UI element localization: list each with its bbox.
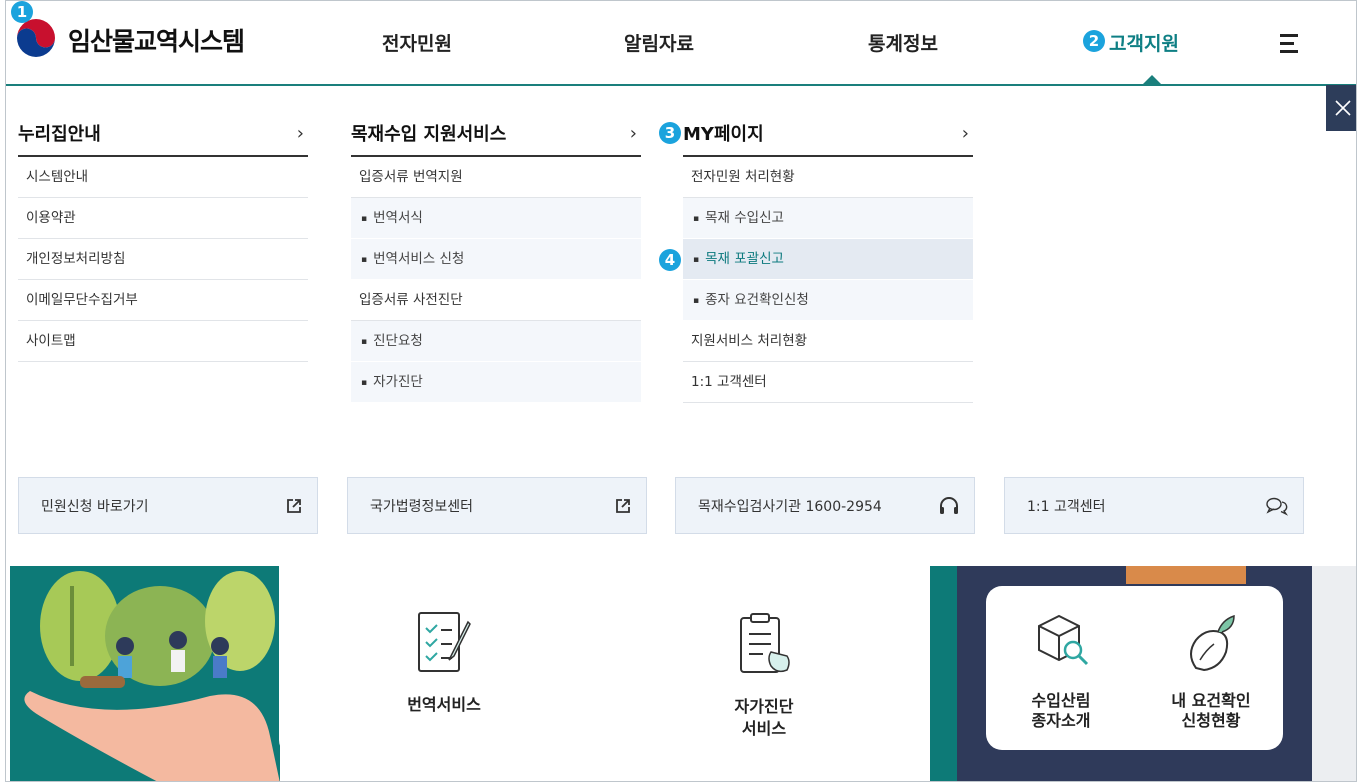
seed-service-card: 수입산림 종자소개 내 요건확인 신청현황 xyxy=(986,586,1283,750)
menu-item-system-info[interactable]: 시스템안내 xyxy=(18,157,308,198)
nav-e-civil[interactable]: 전자민원 xyxy=(382,29,452,56)
menu-sub-self-diagnosis[interactable]: 자가진단 xyxy=(351,362,641,403)
menu-sub-timber-blanket-report[interactable]: 목재 포괄신고 xyxy=(683,239,973,280)
menu-title-my-page[interactable]: MY페이지 › xyxy=(683,111,973,157)
external-link-icon xyxy=(287,498,301,513)
headset-icon xyxy=(940,496,958,514)
top-header: 임산물교역시스템 1 전자민원 알림자료 통계정보 2 고객지원 xyxy=(6,1,1356,86)
menu-item-translation-support[interactable]: 입증서류 번역지원 xyxy=(351,157,641,198)
menu-column-timber-support: 목재수입 지원서비스 › 입증서류 번역지원 번역서식 번역서비스 신청 입증서… xyxy=(351,111,641,403)
step-badge-2: 2 xyxy=(1083,30,1105,52)
close-icon xyxy=(1335,100,1351,116)
grey-background xyxy=(1312,566,1356,781)
seed-intro-label-2: 종자소개 xyxy=(1031,711,1091,730)
menu-sub-seed-requirement[interactable]: 종자 요건확인신청 xyxy=(683,280,973,321)
self-diagnosis-label-1: 자가진단 xyxy=(734,697,794,716)
chevron-right-icon: › xyxy=(296,122,304,144)
site-logo[interactable]: 임산물교역시스템 xyxy=(14,18,245,62)
app-frame: 임산물교역시스템 1 전자민원 알림자료 통계정보 2 고객지원 누리집안내 ›… xyxy=(5,0,1357,782)
site-title: 임산물교역시스템 xyxy=(68,27,245,56)
translation-service-label: 번역서비스 xyxy=(407,695,481,714)
step-badge-1: 1 xyxy=(11,1,33,23)
menu-item-e-civil-status[interactable]: 전자민원 처리현황 xyxy=(683,157,973,198)
menu-sub-translation-request[interactable]: 번역서비스 신청 xyxy=(351,239,641,280)
menu-item-customer-center[interactable]: 1:1 고객센터 xyxy=(683,362,973,403)
translation-service-button[interactable]: 번역서비스 xyxy=(379,606,509,736)
main-visual-section: 번역서비스 자가진단 서비스 수입산림 종자소개 내 요건확인 신청현황 xyxy=(6,566,1356,781)
document-checklist-icon xyxy=(418,612,471,672)
step-badge-4: 4 xyxy=(659,249,681,271)
active-nav-indicator xyxy=(1143,75,1161,84)
forest-hand-illustration xyxy=(24,571,280,781)
my-requirement-status-button[interactable]: 내 요건확인 신청현황 xyxy=(1146,606,1276,736)
menu-column-site-info: 누리집안내 › 시스템안내 이용약관 개인정보처리방침 이메일무단수집거부 사이… xyxy=(18,111,308,362)
chat-icon xyxy=(1266,497,1289,516)
menu-sub-diagnosis-request[interactable]: 진단요청 xyxy=(351,321,641,362)
hamburger-icon[interactable] xyxy=(1280,34,1298,58)
nav-customer-support[interactable]: 고객지원 xyxy=(1109,29,1179,56)
menu-title-site-info[interactable]: 누리집안내 › xyxy=(18,111,308,157)
self-diagnosis-label-2: 서비스 xyxy=(741,719,787,738)
nav-notices[interactable]: 알림자료 xyxy=(624,29,694,56)
menu-item-email-refusal[interactable]: 이메일무단수집거부 xyxy=(18,280,308,321)
imported-seed-intro-button[interactable]: 수입산림 종자소개 xyxy=(1001,606,1121,736)
teal-background-right xyxy=(930,566,960,781)
menu-item-privacy[interactable]: 개인정보처리방침 xyxy=(18,239,308,280)
chevron-right-icon: › xyxy=(629,122,637,144)
menu-sub-translation-form[interactable]: 번역서식 xyxy=(351,198,641,239)
quick-link-law-center[interactable]: 국가법령정보센터 xyxy=(347,477,647,534)
quick-link-customer-center[interactable]: 1:1 고객센터 xyxy=(1004,477,1304,534)
requirement-status-label-2: 신청현황 xyxy=(1181,711,1241,730)
clipboard-touch-icon xyxy=(740,613,790,673)
quick-link-inspection-agency[interactable]: 목재수입검사기관 1600-2954 xyxy=(675,477,975,534)
self-diagnosis-button[interactable]: 자가진단 서비스 xyxy=(699,606,829,746)
service-card: 번역서비스 자가진단 서비스 xyxy=(279,566,930,758)
menu-column-my-page: MY페이지 › 전자민원 처리현황 목재 수입신고 목재 포괄신고 종자 요건확… xyxy=(683,111,973,403)
orange-accent xyxy=(1126,566,1246,584)
quick-link-civil-apply[interactable]: 민원신청 바로가기 xyxy=(18,477,318,534)
seed-sprout-icon xyxy=(1190,614,1235,672)
chevron-right-icon: › xyxy=(961,122,969,144)
nav-statistics[interactable]: 통계정보 xyxy=(868,29,938,56)
seed-intro-label-1: 수입산림 xyxy=(1031,691,1091,710)
menu-item-pre-diagnosis[interactable]: 입증서류 사전진단 xyxy=(351,280,641,321)
box-search-icon xyxy=(1038,614,1089,666)
government-emblem-icon xyxy=(15,19,57,61)
teal-background xyxy=(10,566,280,781)
step-badge-3: 3 xyxy=(659,122,681,144)
close-menu-button[interactable] xyxy=(1326,85,1356,131)
external-link-icon xyxy=(616,498,630,513)
menu-title-timber-support[interactable]: 목재수입 지원서비스 › xyxy=(351,111,641,157)
menu-sub-timber-import-report[interactable]: 목재 수입신고 xyxy=(683,198,973,239)
requirement-status-label-1: 내 요건확인 xyxy=(1171,691,1251,710)
menu-item-support-status[interactable]: 지원서비스 처리현황 xyxy=(683,321,973,362)
menu-item-terms[interactable]: 이용약관 xyxy=(18,198,308,239)
menu-item-sitemap[interactable]: 사이트맵 xyxy=(18,321,308,362)
